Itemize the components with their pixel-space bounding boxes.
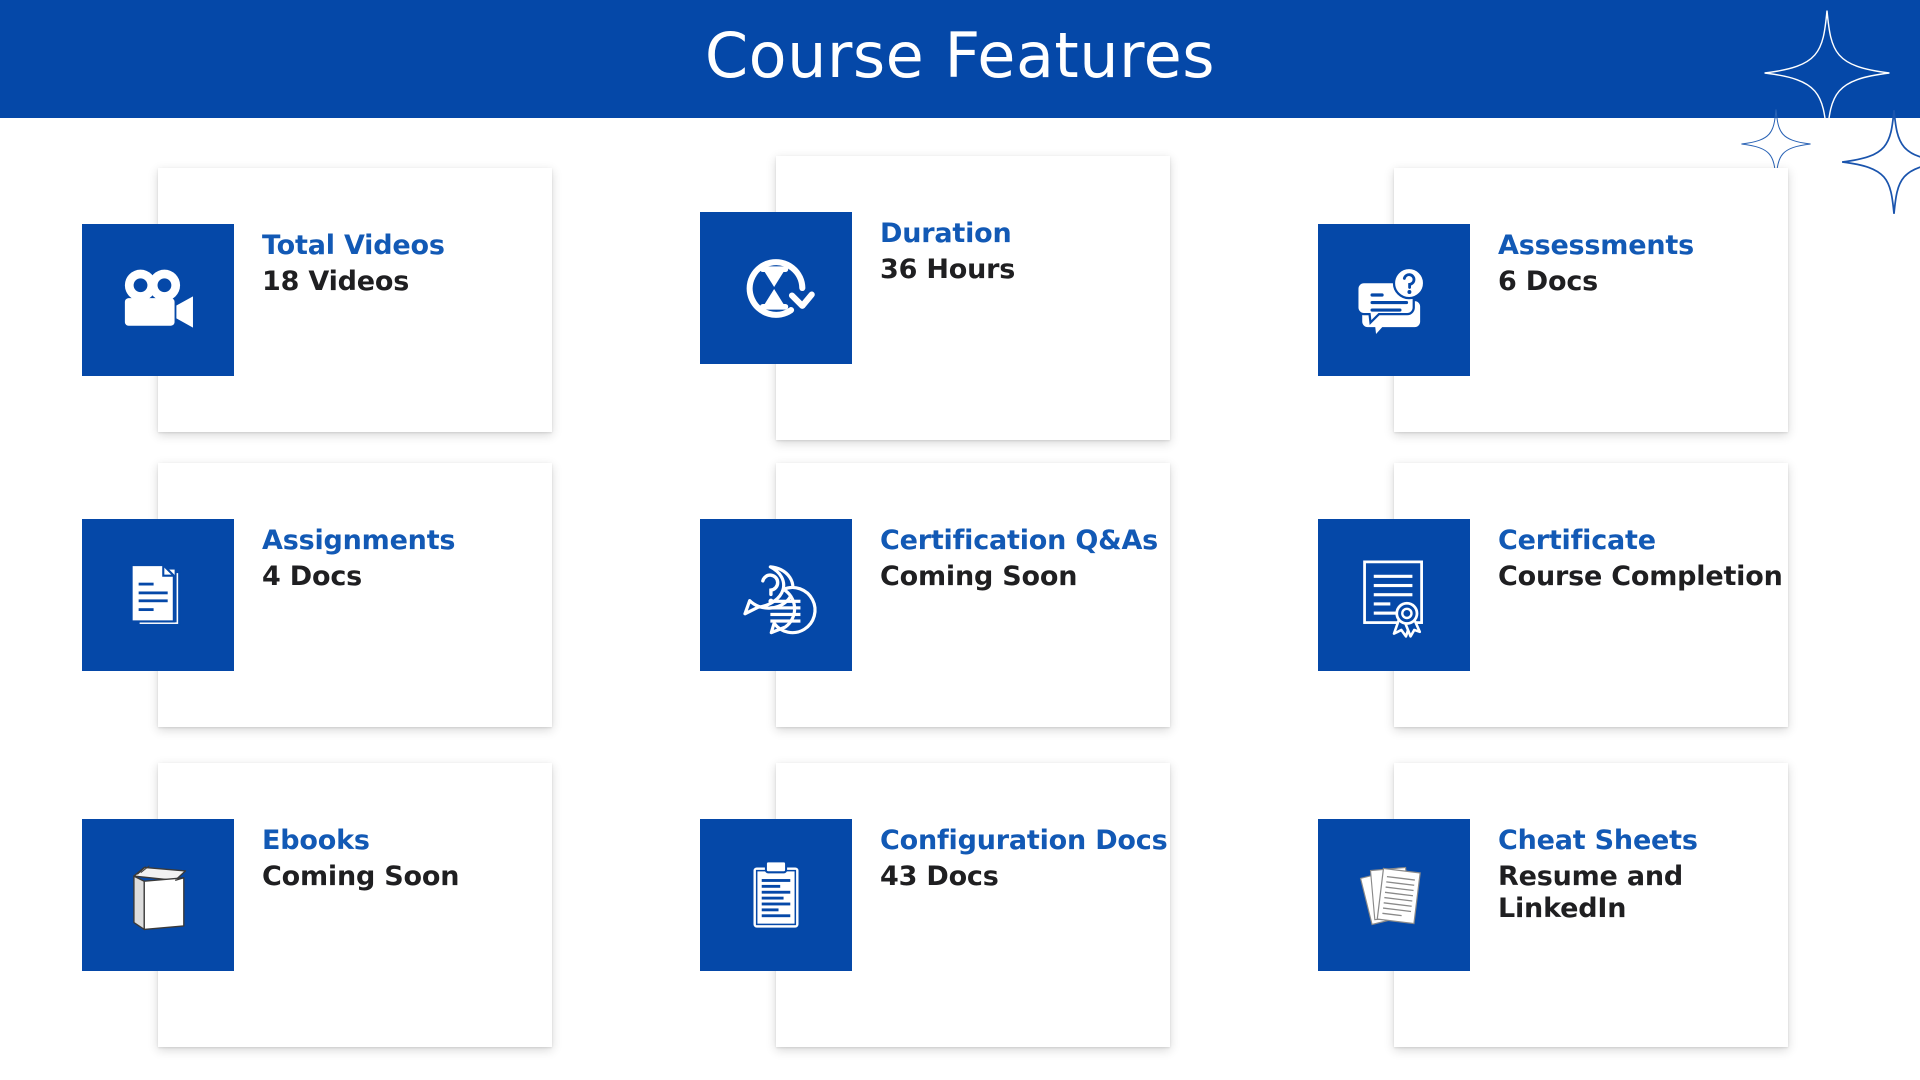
chat-bubbles-question-icon [700, 519, 852, 671]
certificate-ribbon-icon [1318, 519, 1470, 671]
card-title: Cheat Sheets [1498, 825, 1698, 856]
card-value: Course Completion [1498, 560, 1783, 592]
feature-card-assignments[interactable]: Assignments 4 Docs [82, 463, 552, 743]
feature-card-duration[interactable]: Duration 36 Hours [700, 156, 1170, 440]
paper-sheets-icon [1318, 819, 1470, 971]
course-features-slide: Course Features Total Videos 18 Videos D… [0, 0, 1920, 1080]
feature-card-ebooks[interactable]: Ebooks Coming Soon [82, 763, 552, 1047]
card-title: Configuration Docs [880, 825, 1168, 856]
card-value: 43 Docs [880, 860, 999, 892]
card-value: Coming Soon [880, 560, 1078, 592]
card-title: Assessments [1498, 230, 1694, 261]
card-title: Certificate [1498, 525, 1656, 556]
header-banner: Course Features [0, 0, 1920, 118]
card-title: Ebooks [262, 825, 370, 856]
clipboard-icon [700, 819, 852, 971]
card-value: 4 Docs [262, 560, 363, 592]
card-value: 36 Hours [880, 253, 1016, 285]
card-text-block: Ebooks Coming Soon [262, 825, 562, 893]
card-text-block: Assignments 4 Docs [262, 525, 562, 593]
card-text-block: Duration 36 Hours [880, 218, 1180, 286]
card-value: Coming Soon [262, 860, 460, 892]
page-title: Course Features [704, 19, 1216, 92]
feature-card-configuration-docs[interactable]: Configuration Docs 43 Docs [700, 763, 1170, 1047]
card-text-block: Configuration Docs 43 Docs [880, 825, 1180, 893]
hourglass-refresh-icon [700, 212, 852, 364]
book-icon [82, 819, 234, 971]
card-title: Certification Q&As [880, 525, 1159, 556]
card-text-block: Cheat Sheets Resume and LinkedIn [1498, 825, 1798, 925]
feature-card-certificate[interactable]: Certificate Course Completion [1318, 463, 1788, 743]
card-text-block: Certification Q&As Coming Soon [880, 525, 1180, 593]
card-value: 6 Docs [1498, 265, 1599, 297]
card-text-block: Assessments 6 Docs [1498, 230, 1798, 298]
feature-card-cheat-sheets[interactable]: Cheat Sheets Resume and LinkedIn [1318, 763, 1788, 1047]
feature-card-assessments[interactable]: Assessments 6 Docs [1318, 168, 1788, 448]
feature-card-certification-qas[interactable]: Certification Q&As Coming Soon [700, 463, 1170, 743]
feature-card-total-videos[interactable]: Total Videos 18 Videos [82, 168, 552, 448]
card-text-block: Certificate Course Completion [1498, 525, 1798, 593]
feature-cards-grid: Total Videos 18 Videos Duration 36 Hours [0, 118, 1920, 1080]
question-chat-card-icon [1318, 224, 1470, 376]
video-camera-icon [82, 224, 234, 376]
card-title: Assignments [262, 525, 456, 556]
stacked-documents-icon [82, 519, 234, 671]
card-title: Duration [880, 218, 1012, 249]
card-title: Total Videos [262, 230, 445, 261]
card-text-block: Total Videos 18 Videos [262, 230, 562, 298]
card-value: 18 Videos [262, 265, 410, 297]
card-value: Resume and LinkedIn [1498, 860, 1684, 924]
